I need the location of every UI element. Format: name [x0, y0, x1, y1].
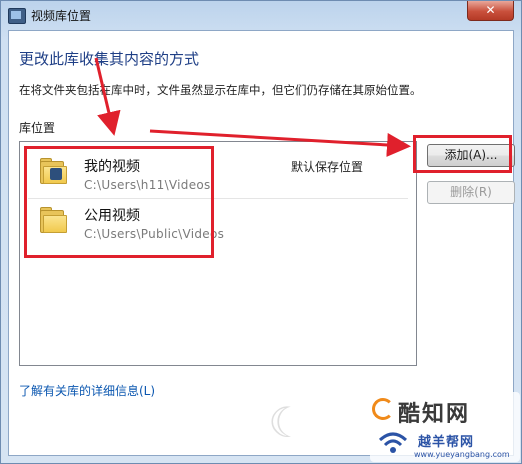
close-button[interactable]: ✕: [467, 1, 514, 21]
window-title: 视频库位置: [31, 9, 92, 23]
watermark-brand: 酷知网: [398, 402, 471, 427]
highlight-box-locations: [24, 146, 214, 258]
video-library-icon: [8, 8, 26, 24]
dialog-heading: 更改此库收集其内容的方式: [19, 50, 200, 68]
learn-more-link[interactable]: 了解有关库的详细信息(L): [19, 382, 155, 399]
watermark-site-name: 越羊帮网: [418, 435, 475, 450]
watermark-url: www.yueyangbang.com: [414, 450, 510, 459]
remove-location-button[interactable]: 删除(R): [427, 181, 515, 204]
highlight-box-add-button: [413, 135, 512, 173]
watermark-logo-icon: [372, 398, 394, 420]
title-bar[interactable]: 视频库位置 ✕: [1, 1, 521, 29]
library-locations-label: 库位置: [19, 121, 56, 135]
watermark-swirl-faint: ☾: [268, 398, 306, 447]
default-save-location-badge: 默认保存位置: [291, 160, 364, 174]
dialog-description: 在将文件夹包括在库中时，文件虽然显示在库中，但它们仍存储在其原始位置。: [19, 83, 422, 97]
wifi-icon: [378, 432, 408, 453]
